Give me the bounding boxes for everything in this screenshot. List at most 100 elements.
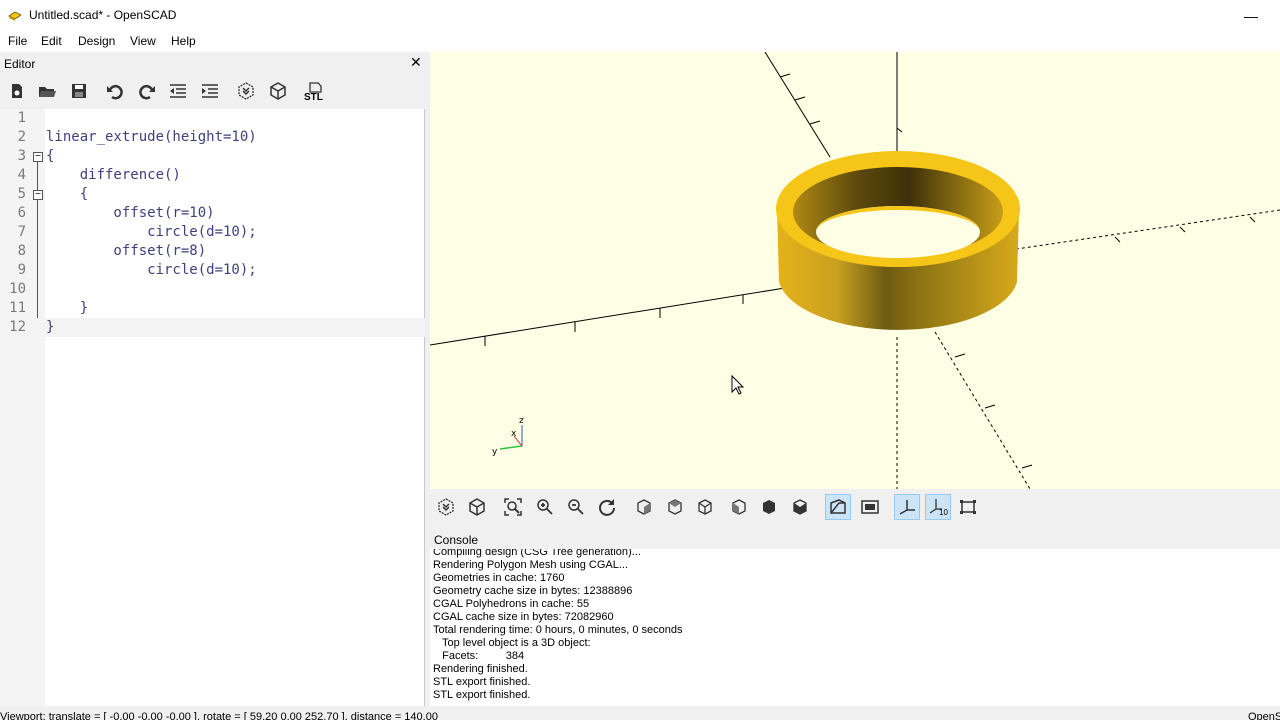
code-line[interactable]: 6 offset(r=10) <box>0 204 425 223</box>
new-file-button[interactable] <box>6 80 28 102</box>
code-editor[interactable]: 1 2 linear_extrude(height=10) 3{4 differenc… <box>0 109 425 706</box>
menu-help[interactable]: Help <box>171 34 196 48</box>
console-header: Console <box>430 531 1280 549</box>
unindent-button[interactable] <box>167 80 189 102</box>
view-toolbar: 10 <box>430 490 1280 524</box>
view-right-button[interactable] <box>631 494 657 520</box>
gizmo-x-label: x <box>511 429 517 439</box>
code-line[interactable]: 1 <box>0 109 425 128</box>
preview-button-view[interactable] <box>433 494 459 520</box>
code-line[interactable]: 3{ <box>0 147 425 166</box>
code-text: } <box>46 300 89 316</box>
console-line: STL export finished. <box>433 689 531 701</box>
menu-design[interactable]: Design <box>78 34 115 48</box>
minimize-button[interactable]: — <box>1228 0 1274 31</box>
y-axis <box>764 52 831 158</box>
menu-view[interactable]: View <box>130 34 156 48</box>
view-top-button[interactable] <box>662 494 688 520</box>
3d-viewport[interactable]: z x y <box>430 52 1280 489</box>
code-line[interactable]: 9 circle(d=10); <box>0 261 425 280</box>
line-number: 7 <box>17 224 26 240</box>
code-text: circle(d=10); <box>46 224 257 240</box>
line-number: 10 <box>9 281 26 297</box>
code-line[interactable]: 2 linear_extrude(height=10) <box>0 128 425 147</box>
view-left-button[interactable] <box>726 494 752 520</box>
indent-button[interactable] <box>199 80 221 102</box>
open-file-button[interactable] <box>36 80 58 102</box>
perspective-button[interactable] <box>825 494 851 520</box>
code-line[interactable]: 8 offset(r=8) <box>0 242 425 261</box>
version-status: OpenS <box>1248 711 1280 720</box>
code-text: linear_extrude(height=10) <box>46 129 257 145</box>
redo-button[interactable] <box>136 80 158 102</box>
menu-edit[interactable]: Edit <box>41 34 62 48</box>
zoom-out-button[interactable] <box>563 494 589 520</box>
console-line: Total rendering time: 0 hours, 0 minutes… <box>433 624 683 636</box>
console-line: Geometries in cache: 1760 <box>433 572 565 584</box>
unindent-icon <box>170 84 186 98</box>
stl-label: STL <box>304 92 323 103</box>
code-text: difference() <box>46 167 181 183</box>
x-axis-positive <box>1009 209 1280 251</box>
save-icon <box>72 84 86 98</box>
line-number: 9 <box>17 262 26 278</box>
axis-gizmo: z x y <box>492 416 524 457</box>
render-button-view[interactable] <box>464 494 490 520</box>
undo-button[interactable] <box>104 80 126 102</box>
console-line: Facets: 384 <box>433 650 525 662</box>
view-back-button[interactable] <box>787 494 813 520</box>
code-line[interactable]: 10 <box>0 280 425 299</box>
preview-button[interactable] <box>235 80 257 102</box>
editor-close-button[interactable]: ✕ <box>410 54 422 71</box>
view-bottom-button[interactable] <box>692 494 718 520</box>
render-icon <box>469 498 485 516</box>
code-line[interactable]: 12} <box>0 318 425 337</box>
minimize-icon: — <box>1244 7 1258 24</box>
console-line: Rendering finished. <box>433 663 528 675</box>
view-top-icon <box>668 499 682 515</box>
code-line[interactable]: 4 difference() <box>0 166 425 185</box>
code-text: { <box>46 148 55 164</box>
view-front-icon <box>763 500 775 514</box>
line-number: 12 <box>9 319 26 335</box>
console-line: Compiling design (CSG Tree generation)..… <box>433 549 641 558</box>
render-button[interactable] <box>267 80 289 102</box>
code-line[interactable]: 7 circle(d=10); <box>0 223 425 242</box>
orthogonal-button[interactable] <box>857 494 883 520</box>
redo-icon <box>139 84 155 100</box>
line-number: 5 <box>17 186 26 202</box>
save-button[interactable] <box>68 80 90 102</box>
show-scale-markers-button[interactable]: 10 <box>925 494 951 520</box>
menu-file[interactable]: File <box>8 34 27 48</box>
render-icon <box>270 82 286 100</box>
code-text: circle(d=10); <box>46 262 257 278</box>
console-output[interactable]: Compiling design (CSG Tree generation)..… <box>430 549 1280 706</box>
line-number: 3 <box>17 148 26 164</box>
reset-view-icon <box>599 499 615 516</box>
mouse-cursor-icon <box>731 374 745 395</box>
code-text: } <box>46 319 55 335</box>
view-all-button[interactable] <box>500 494 526 520</box>
fold-toggle-line-3[interactable]: − <box>33 152 43 162</box>
window-title: Untitled.scad* - OpenSCAD <box>29 8 177 22</box>
export-stl-button[interactable]: STL <box>303 80 329 103</box>
undo-icon <box>107 84 123 100</box>
line-number: 1 <box>17 110 26 126</box>
view-left-icon <box>732 499 746 515</box>
openscad-window: Untitled.scad* - OpenSCAD — File Edit De… <box>0 0 1280 720</box>
fold-toggle-line-5[interactable]: − <box>33 190 43 200</box>
show-axes-button[interactable] <box>894 494 920 520</box>
console-line: CGAL Polyhedrons in cache: 55 <box>433 598 590 610</box>
zoom-out-icon <box>568 499 584 515</box>
orthogonal-icon <box>861 500 879 514</box>
show-edges-button[interactable] <box>955 494 981 520</box>
code-line[interactable]: 5 { <box>0 185 425 204</box>
view-front-button[interactable] <box>756 494 782 520</box>
new-file-icon <box>12 84 22 98</box>
menu-bar: File Edit Design View Help <box>0 31 1280 52</box>
scale-marker-label: 10 <box>939 508 948 517</box>
console-line: Rendering Polygon Mesh using CGAL... <box>433 559 629 571</box>
reset-view-button[interactable] <box>594 494 620 520</box>
code-line[interactable]: 11 } <box>0 299 425 318</box>
zoom-in-button[interactable] <box>532 494 558 520</box>
